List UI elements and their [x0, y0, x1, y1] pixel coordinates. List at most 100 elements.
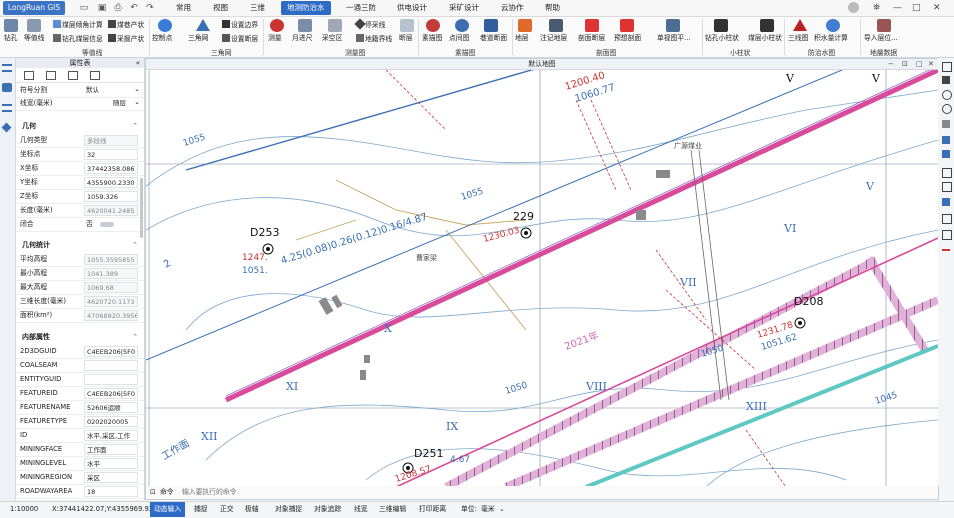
menu-ventilation[interactable]: 一通三防 [340, 1, 382, 15]
stop-line-button[interactable]: 停采线 [354, 18, 385, 30]
object-snap-toggle[interactable]: 对象捕捉 [275, 502, 302, 517]
section-geometry[interactable]: 几何 ⌃ [16, 120, 144, 133]
prop-input[interactable]: 18 [84, 486, 138, 497]
cadastral-line-button[interactable]: 地籍界线 [356, 34, 392, 44]
prop-input[interactable]: 32 [84, 149, 138, 160]
drill-seam-info-button[interactable]: 钻孔煤层信息 [53, 34, 103, 44]
menu-cloud[interactable]: 云协作 [495, 1, 530, 15]
scale-readout[interactable]: 1:10000 [10, 502, 38, 517]
mesh-icon[interactable] [942, 214, 952, 224]
command-input[interactable] [182, 487, 782, 497]
measure-icon[interactable] [942, 76, 950, 84]
menu-common[interactable]: 常用 [170, 1, 197, 15]
object-track-toggle[interactable]: 对象追踪 [314, 502, 341, 517]
map-view[interactable]: 默认地图 − ⊡ □ ✕ D253 1247. 1051. 4.25(0.08)… [145, 58, 939, 488]
section-fault-button[interactable]: 剖面断层 [578, 34, 605, 43]
prop-input[interactable]: 工作面 [84, 444, 138, 455]
prop-input[interactable]: 37442358.086 [84, 163, 138, 174]
set-fault-button[interactable]: 设置断层 [222, 34, 258, 44]
save-icon[interactable]: ▣ [96, 2, 108, 14]
sketch-button[interactable]: 素描图 [422, 34, 442, 43]
closed-toggle[interactable] [100, 222, 114, 227]
3d-edit-toggle[interactable]: 三维编辑 [379, 502, 406, 517]
menu-view[interactable]: 视图 [207, 1, 234, 15]
ortho-toggle[interactable]: 正交 [220, 502, 234, 517]
prop-select[interactable]: 随层 [84, 98, 138, 109]
properties-scrollbar[interactable] [140, 178, 143, 238]
roadway-section-button[interactable]: 巷道断面 [480, 34, 507, 43]
prop-input[interactable] [84, 374, 138, 385]
import-layer-button[interactable]: 导入层位... [864, 34, 898, 43]
collapse-icon[interactable]: « [136, 58, 140, 68]
survey-button[interactable]: 测量 [268, 34, 282, 43]
menu-survey-water[interactable]: 地测防治水 [281, 1, 331, 15]
coal-roadway-button[interactable]: 煤巷产状 [108, 20, 144, 30]
print-icon[interactable]: ⎙ [112, 2, 124, 14]
goaf-button[interactable]: 采空区 [322, 34, 342, 43]
close-icon[interactable]: ✕ [933, 2, 941, 14]
control-point-button[interactable]: 控制点 [152, 34, 172, 43]
mining-output-button[interactable]: 采掘产状 [108, 34, 144, 44]
avatar[interactable] [848, 2, 859, 13]
skin-icon[interactable]: ⛯ [873, 2, 880, 14]
axis-icon[interactable] [942, 249, 950, 251]
undo-icon[interactable]: ↶ [128, 2, 140, 14]
map-canvas[interactable]: D253 1247. 1051. 4.25(0.08)0.26(0.12)0.1… [146, 70, 938, 487]
menu-3d[interactable]: 三维 [244, 1, 271, 15]
drillhole-button[interactable]: 钻孔 [4, 34, 18, 43]
water-volume-button[interactable]: 积水量计算 [814, 34, 848, 43]
prop-input[interactable]: 0202020005 [84, 416, 138, 427]
menu-icon[interactable] [2, 104, 12, 112]
category-icon[interactable] [24, 71, 34, 80]
prop-input[interactable] [84, 360, 138, 371]
prop-input[interactable]: 水平,采区,工作 [84, 430, 138, 441]
monthly-advance-button[interactable]: 月进尺 [292, 34, 312, 43]
prop-select[interactable]: 默认 [84, 85, 138, 96]
filter-icon[interactable] [68, 71, 78, 80]
cube-icon[interactable] [942, 136, 950, 144]
layers-icon[interactable] [2, 83, 12, 92]
map-minimize-icon[interactable]: − [888, 59, 894, 69]
map-tab[interactable]: 默认地图 [146, 59, 938, 70]
point-interval-button[interactable]: 点间图 [449, 34, 469, 43]
tin-button[interactable]: 三角网 [188, 34, 208, 43]
single-view-button[interactable]: 单视图平... [657, 34, 691, 43]
table-icon[interactable] [942, 168, 952, 178]
maximize-icon[interactable]: □ [912, 2, 921, 14]
stratum-button[interactable]: 地层 [515, 34, 529, 43]
annotate-stratum-button[interactable]: 注记地层 [540, 34, 567, 43]
grid-icon[interactable] [942, 182, 952, 192]
predicted-section-button[interactable]: 预想剖面 [614, 34, 641, 43]
open-icon[interactable]: ▭ [78, 2, 90, 14]
sort-icon[interactable] [46, 71, 56, 80]
prop-input[interactable]: C4EEB206|5F0 [84, 388, 138, 399]
seam-column-button[interactable]: 煤层小柱状 [748, 34, 782, 43]
prop-input[interactable]: 52606运顺 [84, 402, 138, 413]
app-menu-button[interactable]: LongRuan GIS [3, 1, 65, 15]
section-internal[interactable]: 内部属性 ⌃ [16, 331, 144, 344]
redo-icon[interactable]: ↷ [144, 2, 156, 14]
menu-power[interactable]: 供电设计 [391, 1, 433, 15]
layers-3d-icon[interactable] [942, 150, 950, 158]
prop-input[interactable]: 采区 [84, 472, 138, 483]
print-distance-toggle[interactable]: 打印距离 [419, 502, 446, 517]
contour-button[interactable]: 等值线 [24, 34, 44, 43]
lineweight-toggle[interactable]: 线宽 [354, 502, 368, 517]
prop-input[interactable]: 4355900.2330 [84, 177, 138, 188]
fault-button[interactable]: 断层 [399, 34, 413, 43]
snap-toggle[interactable]: 捕捉 [194, 502, 208, 517]
three-line-button[interactable]: 三线图 [788, 34, 808, 43]
target-icon[interactable] [942, 104, 952, 114]
drill-column-button[interactable]: 钻孔小柱状 [705, 34, 739, 43]
list-icon[interactable] [2, 64, 12, 72]
chevron-down-icon[interactable]: ⌄ [134, 85, 140, 93]
collapse-section-icon[interactable]: ⌃ [132, 331, 138, 344]
box-icon[interactable] [942, 230, 952, 240]
collapse-section-icon[interactable]: ⌃ [132, 120, 138, 133]
circle-icon[interactable] [942, 90, 952, 100]
stack-icon[interactable] [1, 122, 12, 133]
polar-toggle[interactable]: 极轴 [245, 502, 259, 517]
person-icon[interactable] [942, 120, 950, 128]
map-maximize-icon[interactable]: □ [916, 59, 923, 69]
map-restore-icon[interactable]: ⊡ [902, 59, 908, 69]
